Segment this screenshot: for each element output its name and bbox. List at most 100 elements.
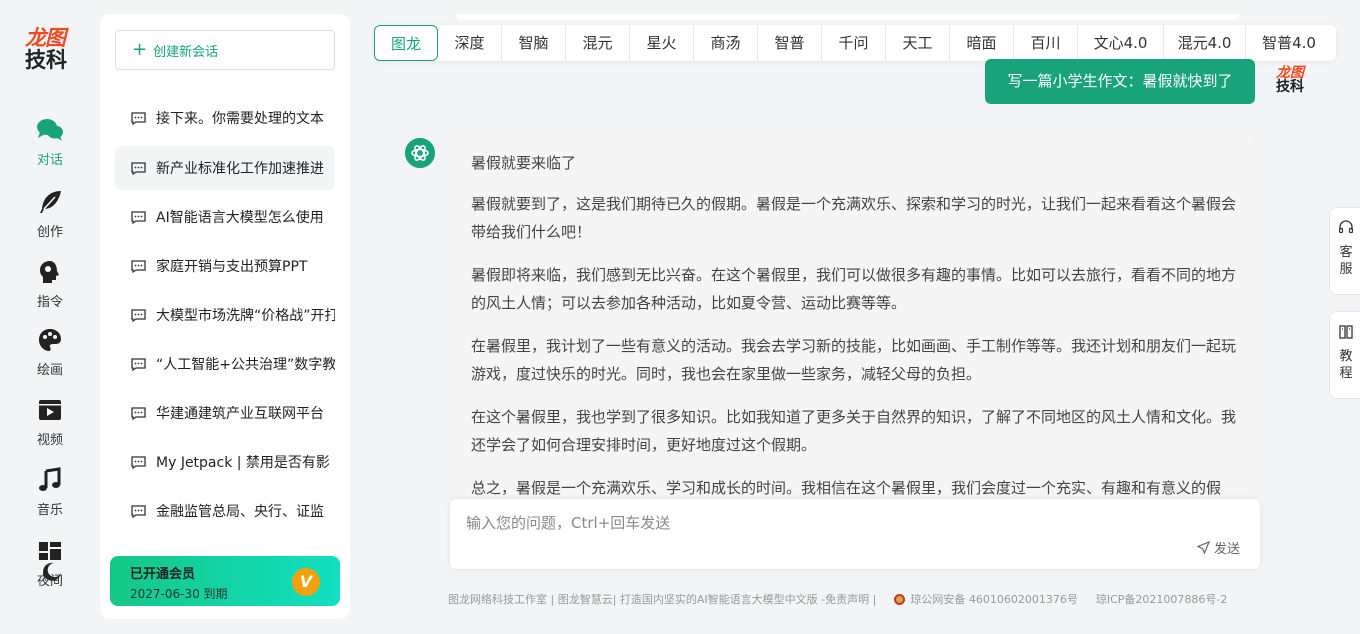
police-badge-icon [894,593,906,605]
message-icon [131,455,146,469]
footer: 图龙网络科技工作室 | 图龙智慧云| 打造国内坚实的AI智能语言大模型中文版 -… [448,591,1227,607]
rail-label: 夜间 [36,574,63,589]
conversation-item[interactable]: 家庭开销与支出预算PPT [115,244,335,288]
float-label: 教程 [1339,349,1353,381]
conversation-item[interactable]: 华建通建筑产业互联网平台 [115,391,335,435]
tab-hunyuan[interactable]: 混元 [566,25,630,61]
message-icon [131,161,146,175]
logo-line-1: 龙图 [25,26,66,50]
previous-message-edge [455,14,1240,20]
assistant-avatar-icon [405,138,435,168]
music-note-icon [39,467,61,491]
send-button[interactable]: 发送 [1196,538,1240,557]
message-icon [131,504,146,518]
answer-paragraph: 暑假就要来临了 [471,154,577,172]
rail-item-music[interactable]: 音乐 [0,467,100,518]
logo-line-2: 技科 [25,48,67,72]
conversation-item[interactable]: “人工智能+公共治理”数字教 [115,342,335,386]
palette-icon [39,329,61,351]
plus-icon: + [132,39,148,60]
tab-baichuan[interactable]: 百川 [1014,25,1078,61]
conversation-item[interactable]: 接下来。你需要处理的文本 [115,96,335,140]
conversation-title: 新产业标准化工作加速推进 [156,161,324,177]
customer-service-button[interactable]: 客服 [1329,207,1360,295]
tab-shendu[interactable]: 深度 [438,25,502,61]
message-icon [131,308,146,322]
conversation-title: 家庭开销与支出预算PPT [156,259,308,275]
footer-icp[interactable]: 琼ICP备2021007886号-2 [1096,591,1228,607]
tab-tiangong[interactable]: 天工 [886,25,950,61]
conversation-title: “人工智能+公共治理”数字教 [156,357,335,373]
nav-rail: 龙图 技科 对话 创作 指令 绘画 视频 音乐 夜间 [0,0,100,634]
conversation-item[interactable]: 金融监管总局、央行、证监 [115,489,335,533]
conversation-title: 金融监管总局、央行、证监 [156,504,324,520]
tab-anmian[interactable]: 暗面 [950,25,1014,61]
answer-paragraph: 暑假就要到了，这是我们期待已久的假期。暑假是一个充满欢乐、探索和学习的时光，让我… [471,195,1237,241]
rail-item-night-mode[interactable]: 夜间 [0,540,100,589]
new-chat-label: 创建新会话 [153,44,219,60]
tab-zhipu[interactable]: 智普 [758,25,822,61]
conversation-title: My Jetpack | 禁用是否有影 [156,455,330,471]
rail-label: 绘画 [36,363,63,378]
conversation-item-selected[interactable]: 新产业标准化工作加速推进 [115,146,335,190]
question-input[interactable] [466,512,1166,534]
tutorial-button[interactable]: 教程 [1329,311,1360,399]
message-icon [131,111,146,125]
rail-label: 对话 [36,153,63,168]
rail-item-painting[interactable]: 绘画 [0,327,100,378]
rail-item-prompts[interactable]: 指令 [0,259,100,310]
tab-qianwen[interactable]: 千问 [822,25,886,61]
conversation-title: 华建通建筑产业互联网平台 [156,406,324,422]
tab-hunyuan-4[interactable]: 混元4.0 [1164,25,1246,61]
tab-wenxin-4[interactable]: 文心4.0 [1078,25,1164,61]
model-tabs: 图龙 深度 智脑 混元 星火 商汤 智普 千问 天工 暗面 百川 文心4.0 混… [374,25,1336,61]
answer-paragraph: 暑假即将来临，我们感到无比兴奋。在这个暑假里，我们可以做很多有趣的事情。比如可以… [471,266,1237,312]
conversation-title: 大模型市场洗牌“价格战”开打 [156,308,335,324]
conversation-panel: + 创建新会话 接下来。你需要处理的文本 新产业标准化工作加速推进 AI智能语言… [100,14,350,619]
video-play-icon [39,400,61,420]
headset-icon [1338,220,1354,234]
send-label: 发送 [1213,542,1240,557]
rail-label: 音乐 [36,503,63,518]
conversation-title: 接下来。你需要处理的文本 [156,111,324,127]
membership-card[interactable]: 已开通会员 2027-06-30 到期 V [110,556,340,606]
rail-item-chat[interactable]: 对话 [0,117,100,168]
tab-tulong[interactable]: 图龙 [374,25,438,61]
book-icon [1339,325,1353,339]
float-label: 客服 [1339,245,1353,277]
rail-label: 指令 [36,295,63,310]
user-avatar: 龙图 技科 [1272,66,1308,94]
vip-badge-icon: V [292,568,320,596]
conversation-item[interactable]: AI智能语言大模型怎么使用 [115,195,335,239]
avatar-line-2: 技科 [1276,79,1304,95]
conversation-item[interactable]: My Jetpack | 禁用是否有影 [115,440,335,484]
rail-item-video[interactable]: 视频 [0,397,100,448]
tab-xinghuo[interactable]: 星火 [630,25,694,61]
rail-label: 创作 [36,225,63,240]
head-icon [40,261,59,283]
message-icon [131,357,146,371]
new-chat-button[interactable]: + 创建新会话 [115,30,335,70]
tab-zhipu-4[interactable]: 智普4.0 [1246,25,1332,61]
conversation-title: AI智能语言大模型怎么使用 [156,210,324,226]
tab-shangtang[interactable]: 商汤 [694,25,758,61]
assistant-answer: 暑假就要来临了 暑假就要到了，这是我们期待已久的假期。暑假是一个充满欢乐、探索和… [455,135,1255,497]
chat-bubbles-icon [37,119,63,141]
brand-logo[interactable]: 龙图 技科 [25,28,75,71]
message-icon [131,210,146,224]
message-icon [131,259,146,273]
send-arrow-icon [1196,541,1210,554]
footer-copyright[interactable]: 图龙网络科技工作室 | 图龙智慧云| 打造国内坚实的AI智能语言大模型中文版 -… [448,591,876,607]
chat-input-box: 发送 [450,499,1260,569]
conversation-item[interactable]: 大模型市场洗牌“价格战”开打 [115,293,335,337]
user-message: 写一篇小学生作文：暑假就快到了 [985,59,1255,104]
rail-item-create[interactable]: 创作 [0,189,100,240]
feather-icon [40,191,61,213]
tab-zhinao[interactable]: 智脑 [502,25,566,61]
answer-paragraph: 在这个暑假里，我也学到了很多知识。比如我知道了更多关于自然界的知识，了解了不同地… [471,408,1237,454]
rail-label: 视频 [36,433,63,448]
footer-police-record[interactable]: 琼公网安备 46010602001376号 [910,591,1077,607]
answer-paragraph: 总之，暑假是一个充满欢乐、学习和成长的时间。我相信在这个暑假里，我们会度过一个充… [471,479,1222,497]
answer-paragraph: 在暑假里，我计划了一些有意义的活动。我会去学习新的技能，比如画画、手工制作等等。… [471,337,1237,383]
avatar-line-1: 龙图 [1276,65,1304,81]
